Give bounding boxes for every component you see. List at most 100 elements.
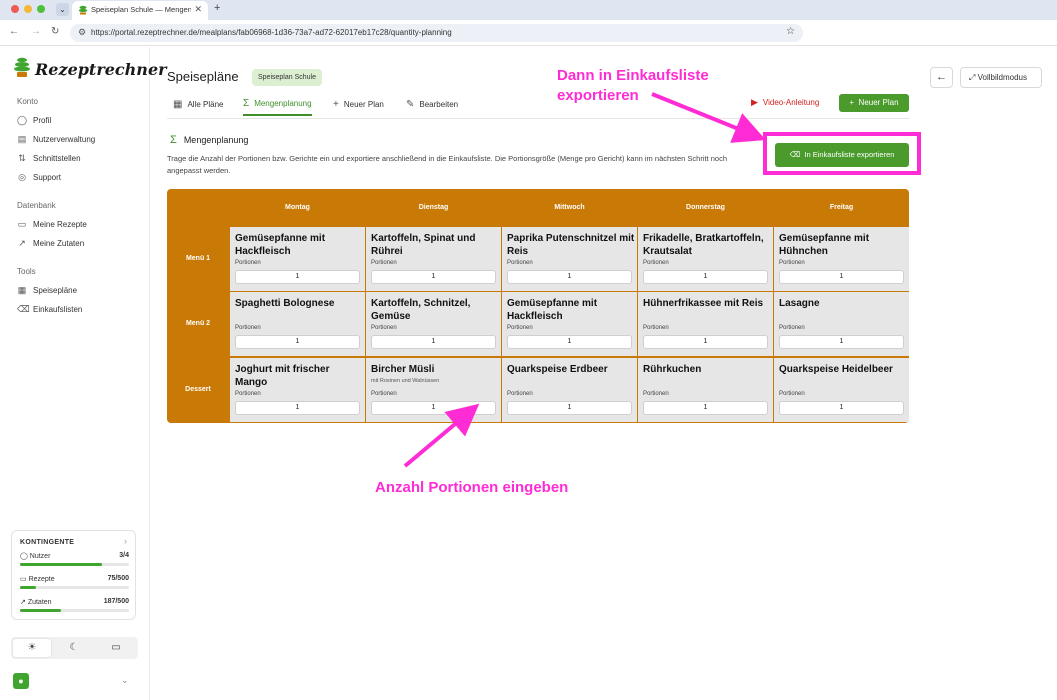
sidebar-item-meine-rezepte[interactable]: ▭ Meine Rezepte bbox=[17, 217, 87, 231]
meal-cell: Kartoffeln, Schnitzel, Gemüse Portionen 1 bbox=[366, 292, 501, 356]
meal-cell: Quarkspeise Erdbeer Portionen 1 bbox=[502, 358, 637, 422]
window-zoom-control[interactable] bbox=[37, 5, 45, 13]
moon-icon[interactable]: ☾ bbox=[55, 639, 93, 657]
back-arrow-icon[interactable]: ← bbox=[9, 26, 19, 37]
portions-label: Portionen bbox=[371, 260, 397, 266]
portions-input[interactable]: 1 bbox=[507, 335, 632, 349]
tab-label: Neuer Plan bbox=[343, 99, 384, 109]
new-plan-button[interactable]: + Neuer Plan bbox=[839, 94, 909, 112]
monitor-icon[interactable]: ▭ bbox=[97, 639, 135, 657]
sidebar-item-speiseplaene[interactable]: ▦ Speisepläne bbox=[17, 283, 77, 297]
theme-switch: ☀ ☾ ▭ bbox=[11, 637, 138, 659]
sidebar-item-profil[interactable]: ◯ Profil bbox=[17, 113, 51, 127]
sidebar-item-label: Meine Rezepte bbox=[33, 219, 87, 229]
bookmark-star-icon[interactable]: ☆ bbox=[786, 26, 795, 37]
portions-label: Portionen bbox=[371, 325, 397, 331]
logo-text[interactable]: Rezeptrechner bbox=[35, 60, 167, 79]
meal-cell: Quarkspeise Heidelbeer Portionen 1 bbox=[774, 358, 909, 422]
portions-label: Portionen bbox=[643, 260, 669, 266]
portions-input[interactable]: 1 bbox=[779, 270, 904, 284]
tab-close-icon[interactable]: ✕ bbox=[194, 4, 202, 15]
quota-card[interactable]: KONTINGENTE › ◯ Nutzer 3/4 ▭ Rezepte 75/… bbox=[11, 530, 136, 620]
sidebar-item-schnittstellen[interactable]: ⇅ Schnittstellen bbox=[17, 151, 80, 165]
quota-value: 187/500 bbox=[103, 598, 129, 605]
tab-list-chevron-icon[interactable]: ⌄ bbox=[56, 3, 69, 16]
portions-label: Portionen bbox=[371, 391, 397, 397]
tab-alle-plaene[interactable]: ▦ Alle Pläne bbox=[173, 92, 223, 116]
fullscreen-button[interactable]: ⤢ Vollbildmodus bbox=[960, 67, 1042, 88]
video-play-icon: ▶ bbox=[751, 97, 758, 107]
portions-label: Portionen bbox=[507, 391, 533, 397]
tab-bearbeiten[interactable]: ✎ Bearbeiten bbox=[406, 92, 458, 116]
portions-input[interactable]: 1 bbox=[371, 270, 496, 284]
quota-bar bbox=[20, 609, 129, 612]
sun-icon[interactable]: ☀ bbox=[13, 639, 51, 657]
chevron-down-icon[interactable]: ⌄ bbox=[121, 675, 129, 686]
portions-label: Portionen bbox=[507, 260, 533, 266]
expand-icon: ⤢ bbox=[969, 73, 976, 82]
carrot-icon: ↗ bbox=[18, 237, 26, 248]
reload-icon[interactable]: ↻ bbox=[51, 26, 59, 37]
browser-toolbar: ← → ↻ ⚙ https://portal.rezeptrechner.de/… bbox=[0, 20, 1057, 46]
portions-input[interactable]: 1 bbox=[779, 335, 904, 349]
portions-input[interactable]: 1 bbox=[235, 270, 360, 284]
chevron-right-icon[interactable]: › bbox=[124, 536, 127, 546]
meal-cell: Hühnerfrikassee mit Reis Portionen 1 bbox=[638, 292, 773, 356]
quota-bar bbox=[20, 586, 129, 589]
calendar-icon: ▦ bbox=[17, 284, 27, 295]
portions-input[interactable]: 1 bbox=[371, 401, 496, 415]
user-avatar[interactable]: ● bbox=[13, 673, 29, 689]
section-datenbank: Datenbank bbox=[17, 201, 56, 210]
day-header: Donnerstag bbox=[686, 204, 725, 211]
meal-row-header: Menü 2 bbox=[185, 320, 211, 327]
dish-name: Gemüsepfanne mit Hackfleisch bbox=[507, 298, 598, 322]
section-tools: Tools bbox=[17, 267, 36, 276]
section-title: Σ Mengenplanung bbox=[170, 134, 248, 146]
sidebar-item-support[interactable]: ◎ Support bbox=[17, 170, 61, 184]
portions-input[interactable]: 1 bbox=[507, 270, 632, 284]
plus-icon: + bbox=[333, 98, 339, 110]
dish-name: Hühnerfrikassee mit Reis bbox=[643, 298, 764, 309]
dish-name: Paprika Putenschnitzel mit Reis bbox=[507, 233, 635, 257]
sidebar-item-nutzerverwaltung[interactable]: ▤ Nutzerverwaltung bbox=[17, 132, 96, 146]
portions-input[interactable]: 1 bbox=[643, 335, 768, 349]
window-minimize-control[interactable] bbox=[24, 5, 32, 13]
browser-tab[interactable]: Speiseplan Schule — Mengen ✕ bbox=[72, 1, 208, 20]
site-info-icon[interactable]: ⚙ bbox=[78, 27, 86, 38]
day-header: Mittwoch bbox=[554, 204, 585, 211]
back-button[interactable]: ← bbox=[930, 67, 953, 88]
quota-bar-fill bbox=[20, 563, 102, 566]
day-header: Dienstag bbox=[418, 204, 449, 211]
meal-cell: Gemüsepfanne mit Hühnchen Portionen 1 bbox=[774, 227, 909, 291]
portions-input[interactable]: 1 bbox=[643, 270, 768, 284]
dish-name: Gemüsepfanne mit Hühnchen bbox=[779, 233, 870, 257]
url-text[interactable]: https://portal.rezeptrechner.de/mealplan… bbox=[91, 28, 452, 37]
dish-name: Rührkuchen bbox=[643, 364, 702, 375]
portions-input[interactable]: 1 bbox=[779, 401, 904, 415]
tab-neuer-plan[interactable]: + Neuer Plan bbox=[333, 92, 384, 116]
portions-label: Portionen bbox=[235, 260, 261, 266]
portions-label: Portionen bbox=[507, 325, 533, 331]
tab-mengenplanung[interactable]: Σ Mengenplanung bbox=[243, 92, 312, 116]
portions-input[interactable]: 1 bbox=[507, 401, 632, 415]
plug-icon: ⇅ bbox=[18, 152, 26, 163]
portions-input[interactable]: 1 bbox=[643, 401, 768, 415]
forward-arrow-icon[interactable]: → bbox=[31, 26, 41, 37]
sidebar-item-meine-zutaten[interactable]: ↗ Meine Zutaten bbox=[17, 236, 84, 250]
book-icon: ▭ bbox=[17, 218, 27, 229]
meal-cell: Paprika Putenschnitzel mit Reis Portionen… bbox=[502, 227, 637, 291]
portions-input[interactable]: 1 bbox=[235, 335, 360, 349]
portions-input[interactable]: 1 bbox=[371, 335, 496, 349]
portions-input[interactable]: 1 bbox=[235, 401, 360, 415]
dish-subtitle: mit Rosinen und Walnüssen bbox=[371, 378, 440, 384]
new-tab-plus-icon[interactable]: + bbox=[214, 2, 220, 14]
video-tutorial-link[interactable]: ▶ Video-Anleitung bbox=[751, 97, 819, 108]
window-close-control[interactable] bbox=[11, 5, 19, 13]
page-title: Speisepläne bbox=[167, 69, 239, 84]
portions-label: Portionen bbox=[779, 391, 805, 397]
address-bar[interactable]: ⚙ https://portal.rezeptrechner.de/mealpl… bbox=[70, 24, 803, 42]
quota-row-nutzer: ◯ Nutzer 3/4 bbox=[20, 552, 129, 572]
new-plan-label: Neuer Plan bbox=[858, 98, 899, 107]
sidebar-item-einkaufslisten[interactable]: ⌫ Einkaufslisten bbox=[17, 302, 82, 316]
plan-badge: Speiseplan Schule bbox=[252, 69, 322, 86]
